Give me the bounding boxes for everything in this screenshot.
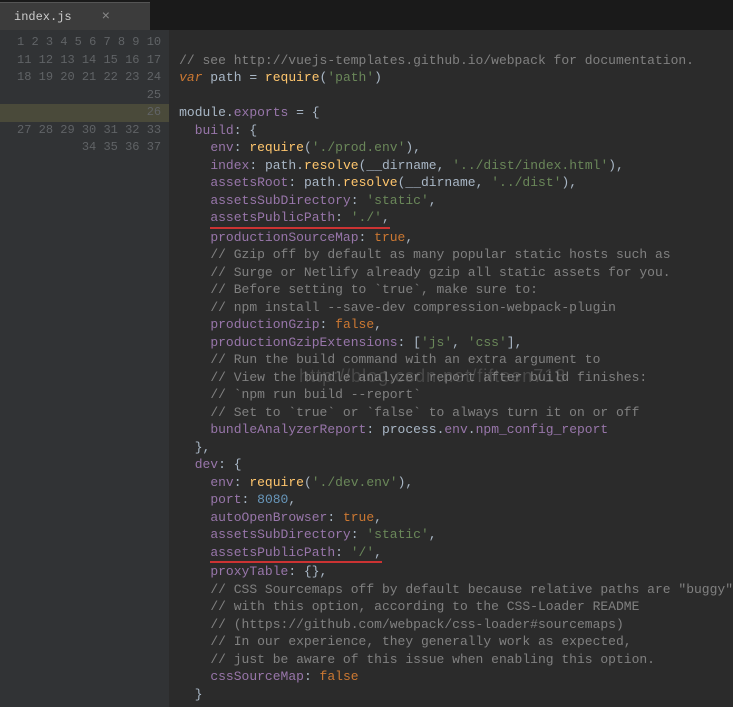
tab-title: index.js <box>14 10 72 24</box>
code-area[interactable]: http://blog.csdn.net/fifteen718// see ht… <box>169 30 733 707</box>
tab-bar: index.js × <box>0 0 733 30</box>
tab-indexjs[interactable]: index.js × <box>0 2 150 30</box>
close-icon[interactable]: × <box>102 9 110 25</box>
highlighted-line: assetsPublicPath: '/', <box>210 544 382 564</box>
highlighted-line: assetsPublicPath: './', <box>210 209 389 229</box>
editor: 1 2 3 4 5 6 7 8 9 10 11 12 13 14 15 16 1… <box>0 30 733 707</box>
line-gutter: 1 2 3 4 5 6 7 8 9 10 11 12 13 14 15 16 1… <box>0 30 169 707</box>
code-line: // see http://vuejs-templates.github.io/… <box>179 53 694 68</box>
